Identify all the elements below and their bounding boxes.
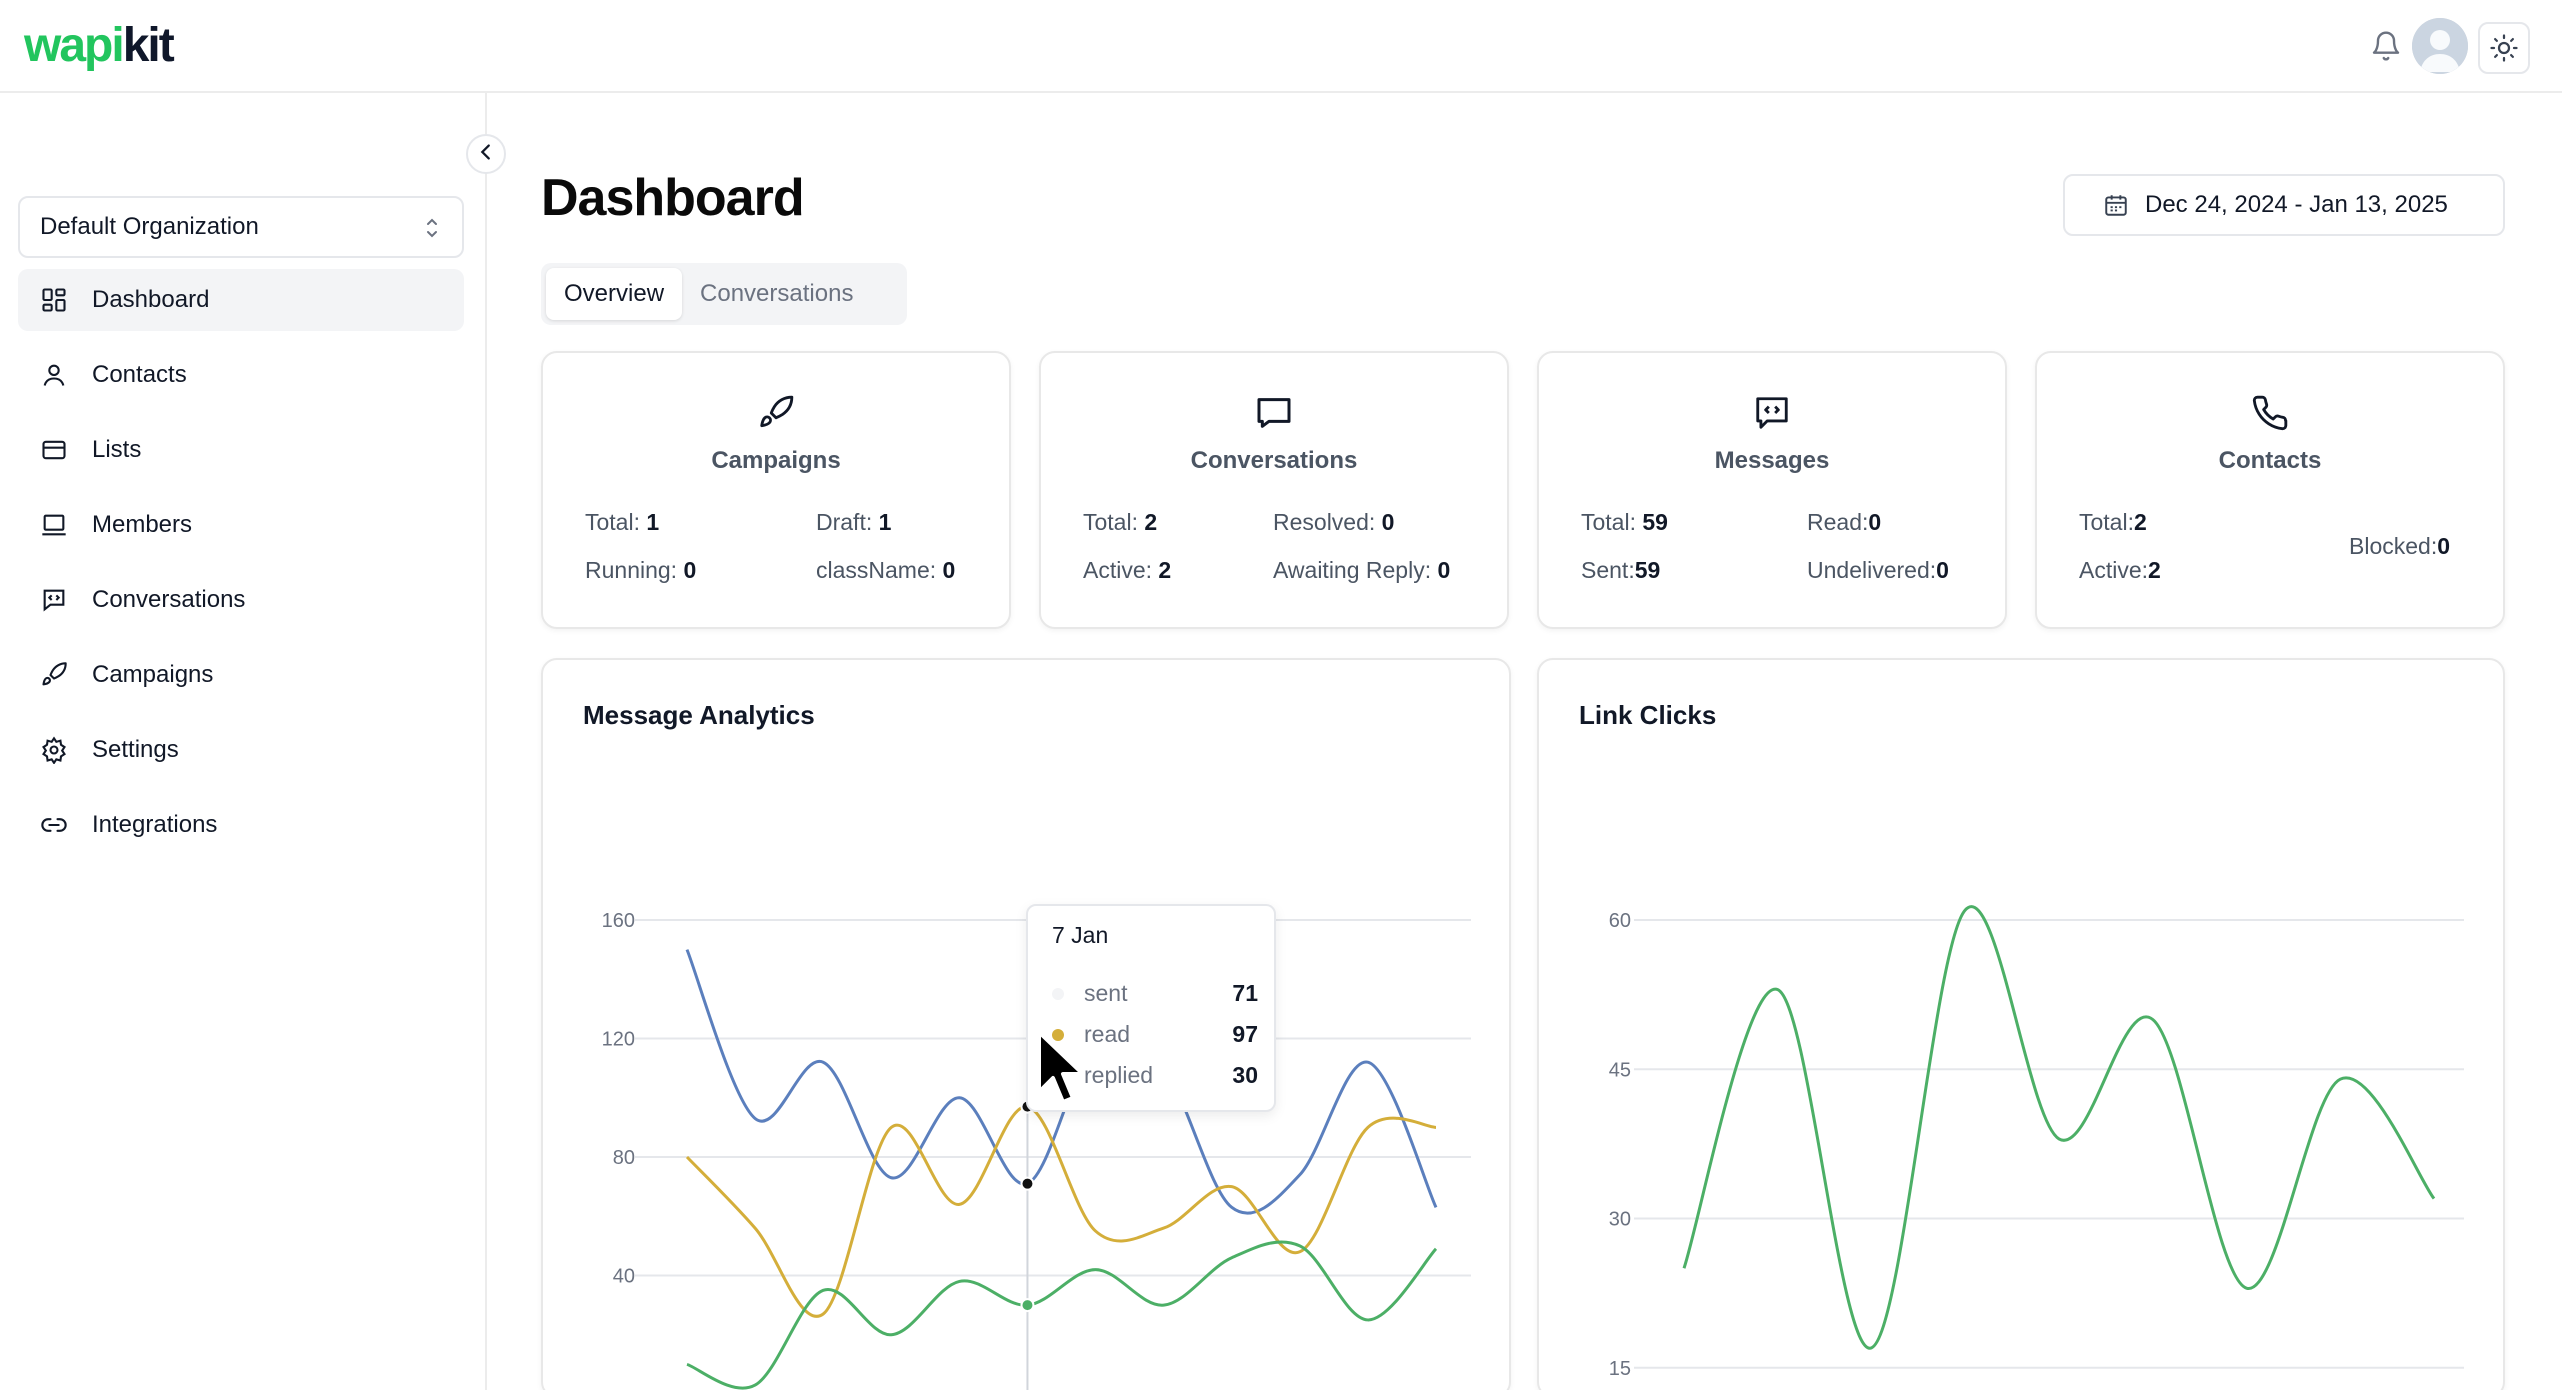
calendar-icon [2103, 192, 2129, 218]
stat-running: Running: 0 [585, 557, 697, 583]
rocket-icon [38, 659, 70, 691]
series-line-link-clicks [1682, 905, 2436, 1350]
sidebar-item-dashboard[interactable]: Dashboard [18, 269, 464, 331]
stat-read: Read:0 [1807, 509, 1882, 535]
y-tick-label: 80 [613, 1147, 635, 1169]
sidebar-item-label: Dashboard [92, 286, 210, 313]
sidebar-item-label: Campaigns [92, 661, 214, 688]
sidebar-item-settings[interactable]: Settings [18, 719, 464, 781]
collapse-sidebar-button[interactable] [466, 134, 506, 174]
stat-total: Total: 59 [1581, 509, 1668, 535]
tooltip-row-sent: sent 71 [1052, 980, 1258, 1007]
sidebar-item-members[interactable]: Members [18, 494, 464, 556]
phone-icon [2250, 393, 2290, 433]
sidebar-item-label: Settings [92, 736, 179, 763]
user-avatar[interactable] [2412, 18, 2468, 74]
stat-classname: className: 0 [816, 557, 956, 583]
sidebar-item-contacts[interactable]: Contacts [18, 344, 464, 406]
sun-icon[interactable] [2478, 22, 2530, 74]
card-title: Messages [1714, 447, 1830, 474]
y-tick-label: 40 [613, 1266, 635, 1288]
stat-undelivered: Undelivered:0 [1807, 557, 1949, 583]
laptop-icon [38, 509, 70, 541]
stat-active: Active:2 [2079, 557, 2161, 583]
sidebar-item-label: Conversations [92, 586, 246, 613]
conversations-card: Conversations Total: 2 Resolved: 0 Activ… [1039, 351, 1509, 629]
message-square-icon [1254, 393, 1294, 433]
organization-select[interactable]: Default Organization [18, 196, 464, 258]
bell-icon[interactable] [2366, 26, 2406, 66]
sidebar-item-conversations[interactable]: Conversations [18, 569, 464, 631]
user-icon [38, 359, 70, 391]
stat-draft: Draft: 1 [816, 509, 892, 535]
chevron-left-icon [475, 141, 497, 168]
message-icon [38, 584, 70, 616]
tab-overview[interactable]: Overview [546, 268, 683, 320]
campaigns-card: Campaigns Total: 1 Draft: 1 Running: 0 c… [541, 351, 1011, 629]
y-tick-label: 60 [1609, 910, 1631, 932]
message-code-icon [1752, 393, 1792, 433]
y-tick-label: 120 [602, 1029, 635, 1051]
sidebar-item-label: Contacts [92, 361, 187, 388]
app-logo[interactable]: wapikit [24, 18, 175, 73]
organization-select-value: Default Organization [40, 213, 259, 240]
stat-total: Total: 2 [1083, 509, 1158, 535]
date-range-picker[interactable]: Dec 24, 2024 - Jan 13, 2025 [2063, 174, 2505, 236]
sidebar-item-integrations[interactable]: Integrations [18, 794, 464, 856]
sidebar-item-lists[interactable]: Lists [18, 419, 464, 481]
contacts-card: Contacts Total:2 Blocked:0 Active:2 [2035, 351, 2505, 629]
tab-list: Overview Conversations [541, 263, 907, 325]
dashboard-icon [38, 284, 70, 316]
card-title: Contacts [2218, 447, 2322, 474]
hover-point-sent [1020, 1176, 1035, 1191]
stat-total: Total: 1 [585, 509, 660, 535]
top-bar: wapikit [0, 0, 2562, 93]
tab-conversations[interactable]: Conversations [682, 268, 871, 320]
sidebar-item-label: Members [92, 511, 193, 538]
y-tick-label: 160 [602, 910, 635, 932]
mouse-cursor-icon [1035, 1028, 1093, 1113]
sidebar: Default Organization Dashboard Contacts … [0, 93, 487, 1390]
rocket-icon [756, 393, 796, 433]
page-title: Dashboard [541, 169, 805, 227]
stat-total: Total:2 [2079, 509, 2147, 535]
stat-sent: Sent:59 [1581, 557, 1661, 583]
sidebar-item-label: Lists [92, 436, 142, 463]
sidebar-item-campaigns[interactable]: Campaigns [18, 644, 464, 706]
stat-awaiting-reply: Awaiting Reply: 0 [1273, 557, 1451, 583]
chevron-up-down-icon [424, 214, 440, 249]
stat-active: Active: 2 [1083, 557, 1172, 583]
stat-resolved: Resolved: 0 [1273, 509, 1395, 535]
hover-point-replied [1020, 1298, 1035, 1313]
stat-blocked: Blocked:0 [2349, 533, 2451, 559]
date-range-text: Dec 24, 2024 - Jan 13, 2025 [2145, 191, 2448, 218]
series-line-replied [686, 1240, 1438, 1390]
card-title: Campaigns [711, 447, 841, 474]
y-tick-label: 45 [1609, 1059, 1631, 1081]
y-tick-label: 15 [1609, 1358, 1631, 1380]
link-icon [38, 809, 70, 841]
sidebar-nav: Dashboard Contacts Lists Members Convers… [18, 269, 464, 869]
y-tick-label: 30 [1609, 1209, 1631, 1231]
list-icon [38, 434, 70, 466]
sidebar-item-label: Integrations [92, 811, 218, 838]
card-title: Conversations [1190, 447, 1358, 474]
gear-icon [38, 734, 70, 766]
messages-card: Messages Total: 59 Read:0 Sent:59 Undeli… [1537, 351, 2007, 629]
tooltip-date: 7 Jan [1052, 922, 1109, 948]
link-clicks-card: Link Clicks 15 30 45 60 [1537, 658, 2505, 1390]
link-clicks-chart: 15 30 45 60 [1609, 905, 2464, 1380]
